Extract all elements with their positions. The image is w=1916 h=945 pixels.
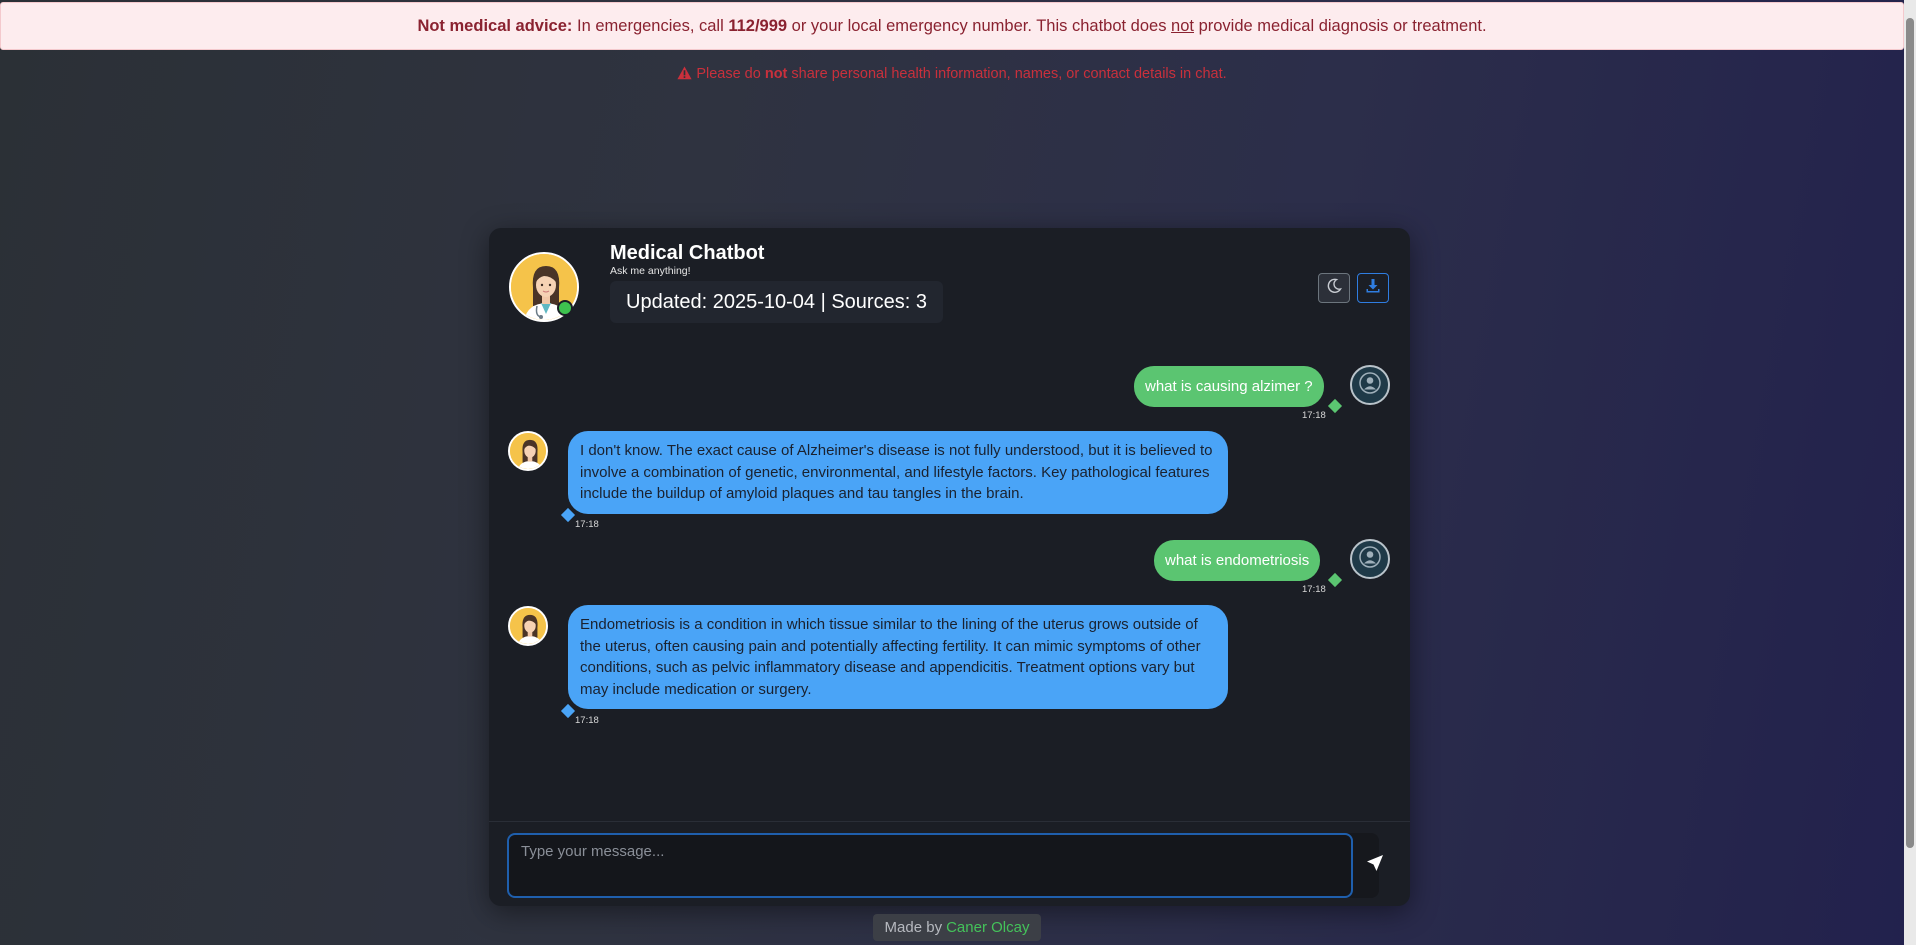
privacy-warning: Please do not share personal health info…	[0, 66, 1904, 84]
chat-title: Medical Chatbot	[610, 242, 765, 264]
message-input[interactable]	[507, 833, 1353, 898]
user-icon	[1359, 371, 1381, 399]
message-time: 17:18	[1302, 584, 1326, 595]
update-status: Updated: 2025-10-04 | Sources: 3	[610, 281, 943, 323]
author-link[interactable]: Caner Olcay	[946, 919, 1029, 936]
warning-triangle-icon	[677, 66, 692, 84]
online-status-dot	[557, 300, 573, 316]
page-scrollbar[interactable]	[1904, 0, 1916, 945]
scrollbar-thumb[interactable]	[1906, 18, 1914, 848]
download-icon	[1365, 278, 1381, 299]
footer-credit: Made by Caner Olcay	[873, 914, 1041, 941]
update-status-text: Updated: 2025-10-04 | Sources: 3	[626, 290, 927, 313]
message-tail	[1327, 398, 1343, 414]
chat-header: Medical Chatbot Ask me anything! Updated…	[489, 228, 1410, 338]
disclaimer-underlined: not	[1171, 16, 1194, 35]
disclaimer-text-3: provide medical diagnosis or treatment.	[1193, 16, 1487, 35]
disclaimer-text-1: In emergencies, call	[572, 16, 729, 35]
privacy-text-2: share personal health information, names…	[787, 66, 1227, 82]
privacy-text-1: Please do	[696, 66, 765, 82]
message-text: what is endometriosis	[1165, 551, 1310, 569]
bot-message: Endometriosis is a condition in which ti…	[568, 605, 1228, 710]
message-tail	[560, 507, 576, 523]
user-avatar	[1350, 365, 1390, 405]
user-message: what is endometriosis	[1154, 540, 1321, 581]
message-tail	[560, 703, 576, 719]
message-tail	[1327, 572, 1343, 588]
composer-divider	[489, 821, 1410, 822]
bot-avatar-small	[508, 606, 548, 646]
user-message: what is causing alzimer ?	[1134, 366, 1324, 407]
footer-prefix: Made by	[884, 919, 943, 936]
message-time: 17:18	[575, 715, 599, 726]
send-icon	[1366, 854, 1384, 877]
bot-message: I don't know. The exact cause of Alzheim…	[568, 431, 1228, 514]
disclaimer-text-2: or your local emergency number. This cha…	[787, 16, 1172, 35]
message-text: I don't know. The exact cause of Alzheim…	[580, 442, 1213, 503]
chat-window: Medical Chatbot Ask me anything! Updated…	[489, 228, 1410, 906]
privacy-bold: not	[764, 66, 788, 82]
disclaimer-label: Not medical advice:	[417, 16, 573, 35]
emergency-number: 112/999	[728, 16, 788, 35]
message-text: what is causing alzimer ?	[1145, 377, 1313, 395]
chat-subtitle: Ask me anything!	[610, 265, 691, 277]
medical-disclaimer-banner: Not medical advice: In emergencies, call…	[0, 2, 1904, 50]
message-time: 17:18	[575, 519, 599, 530]
theme-toggle-button[interactable]	[1318, 273, 1350, 303]
user-icon	[1359, 545, 1381, 573]
send-button[interactable]	[1355, 833, 1395, 898]
message-text: Endometriosis is a condition in which ti…	[580, 616, 1201, 698]
moon-icon	[1326, 278, 1342, 299]
bot-avatar-small	[508, 431, 548, 471]
download-chat-button[interactable]	[1357, 273, 1389, 303]
message-composer	[507, 833, 1383, 898]
message-time: 17:18	[1302, 410, 1326, 421]
user-avatar	[1350, 539, 1390, 579]
